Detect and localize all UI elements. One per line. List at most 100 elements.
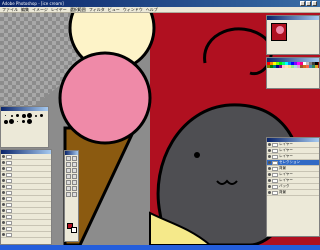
crop-tool-icon[interactable] — [66, 168, 71, 173]
pen-tool-icon[interactable] — [72, 186, 77, 191]
eye-icon[interactable] — [2, 167, 5, 170]
menu-window[interactable]: ウィンドウ — [123, 7, 143, 13]
layer-name: レイヤー — [279, 148, 293, 152]
brush-preset[interactable] — [21, 113, 26, 118]
layer-thumbnail — [6, 202, 12, 207]
menu-image[interactable]: イメージ — [32, 7, 48, 13]
brush-preset[interactable] — [21, 119, 26, 124]
brush-preset[interactable] — [33, 113, 38, 118]
brush-preset[interactable] — [9, 113, 14, 118]
eye-icon[interactable] — [268, 143, 271, 146]
layer-thumbnail — [6, 178, 12, 183]
magic-wand-tool-icon[interactable] — [72, 162, 77, 167]
pink-scoop — [58, 51, 152, 145]
navigator-thumbnail[interactable] — [271, 23, 287, 41]
eye-icon[interactable] — [268, 167, 271, 170]
slice-tool-icon[interactable] — [72, 168, 77, 173]
eye-icon[interactable] — [2, 215, 5, 218]
eye-icon[interactable] — [268, 155, 271, 158]
eye-icon[interactable] — [2, 173, 5, 176]
layer-thumbnail — [272, 178, 278, 183]
brush-preset[interactable] — [9, 119, 14, 124]
eye-icon[interactable] — [2, 203, 5, 206]
window-title: Adobe Photoshop - [ice cream] — [2, 1, 64, 6]
menu-view[interactable]: ビュー — [108, 7, 120, 13]
eye-icon[interactable] — [268, 149, 271, 152]
brush-preset[interactable] — [15, 119, 20, 124]
eye-icon[interactable] — [2, 209, 5, 212]
brush-preset[interactable] — [3, 119, 8, 124]
menu-select[interactable]: 選択範囲 — [70, 7, 86, 13]
layer-thumbnail — [272, 190, 278, 195]
layer-thumbnail — [272, 148, 278, 153]
layer-name: レイヤー — [279, 154, 293, 158]
eye-icon[interactable] — [268, 161, 271, 164]
layer-row[interactable]: 背景 — [267, 190, 319, 196]
navigator-panel — [266, 15, 320, 55]
layer-thumbnail — [6, 226, 12, 231]
menu-help[interactable]: ヘルプ — [146, 7, 158, 13]
layer-name: 背景 — [279, 190, 286, 194]
brush-tool-icon[interactable] — [66, 174, 71, 179]
thumbnail-scoop — [276, 26, 284, 34]
layer-thumbnail — [6, 214, 12, 219]
text-tool-icon[interactable] — [66, 186, 71, 191]
eye-icon[interactable] — [268, 191, 271, 194]
layer-thumbnail — [6, 190, 12, 195]
eraser-tool-icon[interactable] — [66, 180, 71, 185]
eye-icon[interactable] — [268, 179, 271, 182]
layer-name: レイヤー — [279, 172, 293, 176]
character-eye — [194, 152, 200, 158]
eye-icon[interactable] — [2, 197, 5, 200]
layer-thumbnail — [272, 142, 278, 147]
layer-thumbnail — [272, 154, 278, 159]
layer-name: セレクション — [279, 160, 300, 164]
eye-icon[interactable] — [2, 179, 5, 182]
menu-edit[interactable]: 編集 — [21, 7, 29, 13]
close-button[interactable] — [312, 1, 317, 6]
layer-name: レイヤー — [279, 142, 293, 146]
menu-filter[interactable]: フィルタ — [89, 7, 105, 13]
eye-icon[interactable] — [2, 191, 5, 194]
layer-thumbnail — [6, 196, 12, 201]
layer-thumbnail — [272, 184, 278, 189]
tool-grid — [65, 155, 78, 198]
eye-icon[interactable] — [2, 233, 5, 236]
layer-thumbnail — [6, 160, 12, 165]
eye-icon[interactable] — [2, 161, 5, 164]
brush-preset[interactable] — [27, 113, 32, 118]
move-tool-icon[interactable] — [72, 156, 77, 161]
zoom-tool-icon[interactable] — [72, 192, 77, 197]
gradient-tool-icon[interactable] — [72, 180, 77, 185]
brush-preset[interactable] — [39, 113, 44, 118]
lasso-tool-icon[interactable] — [66, 162, 71, 167]
layer-thumbnail — [6, 208, 12, 213]
layer-thumbnail — [6, 220, 12, 225]
menu-file[interactable]: ファイル — [2, 7, 18, 13]
eye-icon[interactable] — [2, 221, 5, 224]
eye-icon[interactable] — [2, 227, 5, 230]
eye-icon[interactable] — [268, 185, 271, 188]
canvas-area[interactable]: レイヤー レイヤー レイヤー セレクション 背景 レイヤー レイヤー バック 背… — [0, 13, 320, 245]
maximize-button[interactable] — [306, 1, 311, 6]
eye-icon[interactable] — [2, 155, 5, 158]
layer-thumbnail — [6, 154, 12, 159]
marquee-tool-icon[interactable] — [66, 156, 71, 161]
layer-name: 背景 — [279, 166, 286, 170]
brush-preset[interactable] — [15, 113, 20, 118]
layer-name: バック — [279, 184, 290, 188]
minimize-button[interactable] — [300, 1, 305, 6]
eye-icon[interactable] — [268, 173, 271, 176]
brushes-panel — [0, 106, 49, 148]
layer-name: レイヤー — [279, 178, 293, 182]
stamp-tool-icon[interactable] — [72, 174, 77, 179]
layer-row[interactable] — [1, 232, 51, 238]
eye-icon[interactable] — [2, 185, 5, 188]
brush-preset[interactable] — [27, 119, 32, 124]
brush-preset[interactable] — [3, 113, 8, 118]
layer-thumbnail — [272, 172, 278, 177]
hand-tool-icon[interactable] — [66, 192, 71, 197]
background-color-swatch[interactable] — [71, 227, 77, 233]
layer-thumbnail — [6, 172, 12, 177]
menu-layer[interactable]: レイヤー — [51, 7, 67, 13]
